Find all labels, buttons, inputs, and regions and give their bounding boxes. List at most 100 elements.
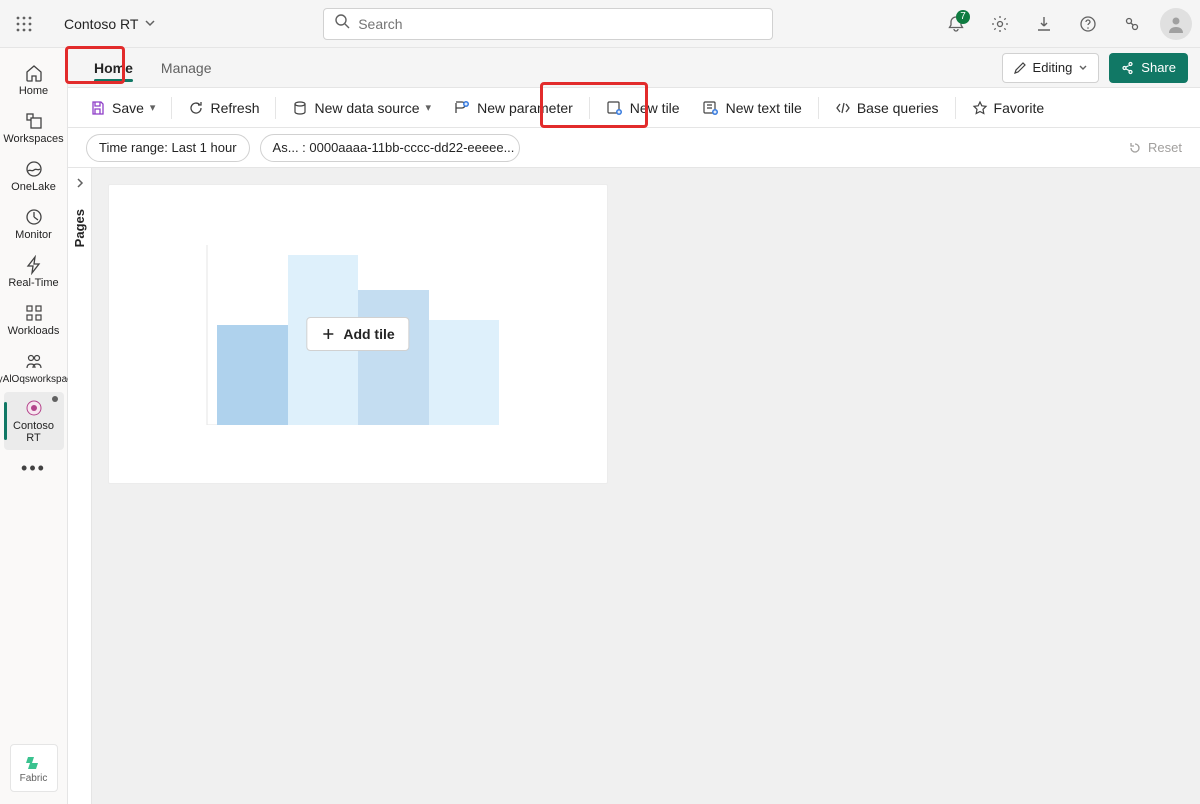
editing-mode-button[interactable]: Editing [1002,53,1100,83]
search-icon [334,13,350,34]
rail-label: OneLake [11,181,56,193]
tool-label: New parameter [477,100,573,116]
tool-label: Refresh [210,100,259,116]
main-area: Home Manage Editing Share Save ▾ Refresh [68,48,1200,804]
bar [429,320,500,425]
rail-label: Workloads [8,325,60,337]
tile-icon [606,100,624,116]
dashboard-canvas[interactable]: Add tile [92,168,1200,804]
pencil-icon [1013,61,1027,75]
empty-tile[interactable]: Add tile [108,184,608,484]
rail-workspaces[interactable]: Workspaces [4,104,64,152]
rail-label: Monitor [15,229,52,241]
tool-label: Favorite [994,100,1045,116]
tab-home[interactable]: Home [80,48,147,88]
more-icon: ••• [21,458,46,479]
workspace-breadcrumb[interactable]: Contoso RT [64,16,156,32]
separator [818,97,819,119]
chevron-down-icon: ▾ [426,101,432,114]
feedback-icon[interactable] [1116,8,1148,40]
refresh-icon [188,100,204,116]
favorite-button[interactable]: Favorite [962,92,1055,124]
tab-label: Home [94,60,133,76]
new-parameter-button[interactable]: New parameter [443,92,583,124]
bar [358,290,429,425]
separator [955,97,956,119]
rail-realtime[interactable]: Real-Time [4,248,64,296]
code-icon [835,100,851,116]
editing-label: Editing [1033,60,1073,75]
rail-workloads[interactable]: Workloads [4,296,64,344]
new-tile-button[interactable]: New tile [596,92,690,124]
rail-label: Workspaces [3,133,63,145]
share-icon [1121,61,1135,75]
asset-chip[interactable]: As... : 0000aaaa-11bb-cccc-dd22-eeeee... [260,134,520,162]
left-nav-rail: Home Workspaces OneLake Monitor Real-Tim… [0,48,68,804]
tool-label: New tile [630,100,680,116]
star-icon [972,100,988,116]
new-data-source-button[interactable]: New data source ▾ [282,92,441,124]
notifications-button[interactable]: 7 [940,8,972,40]
rail-home[interactable]: Home [4,56,64,104]
fabric-switcher[interactable]: Fabric [10,744,58,792]
chevron-down-icon: ▾ [150,101,156,114]
reset-icon [1128,141,1142,155]
rail-myworkspace[interactable]: myAlOqsworkspace [4,344,64,392]
reset-button[interactable]: Reset [1128,140,1182,155]
time-range-chip[interactable]: Time range: Last 1 hour [86,134,250,162]
download-icon[interactable] [1028,8,1060,40]
chevron-down-icon [144,16,156,32]
notification-badge: 7 [956,10,970,24]
search-box[interactable] [323,8,773,40]
top-actions: 7 [940,8,1192,40]
chevron-right-icon [73,176,87,190]
topbar: Contoso RT 7 [0,0,1200,48]
share-button[interactable]: Share [1109,53,1188,83]
separator [171,97,172,119]
rail-label: Contoso RT [6,420,62,444]
help-icon[interactable] [1072,8,1104,40]
base-queries-button[interactable]: Base queries [825,92,949,124]
bar [217,325,288,425]
reset-label: Reset [1148,140,1182,155]
add-tile-label: Add tile [343,326,394,342]
search-input[interactable] [358,16,762,32]
tool-label: Save [112,100,144,116]
expand-pages-button[interactable] [73,176,87,195]
save-button[interactable]: Save ▾ [80,92,165,124]
app-launcher-icon[interactable] [8,8,40,40]
parameter-icon [453,100,471,116]
rail-more[interactable]: ••• [4,450,64,486]
rail-onelake[interactable]: OneLake [4,152,64,200]
refresh-button[interactable]: Refresh [178,92,269,124]
share-label: Share [1141,60,1176,75]
filter-chipbar: Time range: Last 1 hour As... : 0000aaaa… [68,128,1200,168]
tab-manage[interactable]: Manage [147,48,226,88]
search-wrap [156,8,940,40]
chip-label: Time range: Last 1 hour [99,140,237,155]
tab-label: Manage [161,60,212,76]
user-avatar[interactable] [1160,8,1192,40]
database-icon [292,100,308,116]
command-toolbar: Save ▾ Refresh New data source ▾ New par… [68,88,1200,128]
chip-label: As... : 0000aaaa-11bb-cccc-dd22-eeeee... [273,140,515,155]
chevron-down-icon [1078,63,1088,73]
rail-monitor[interactable]: Monitor [4,200,64,248]
settings-icon[interactable] [984,8,1016,40]
tool-label: Base queries [857,100,939,116]
unsaved-dot-icon [52,396,58,402]
separator [275,97,276,119]
tool-label: New text tile [726,100,802,116]
rail-contoso-rt[interactable]: Contoso RT [4,392,64,450]
rail-label: Real-Time [8,277,58,289]
rail-label: myAlOqsworkspace [0,374,78,385]
pages-panel-collapsed: Pages [68,168,92,804]
add-tile-button[interactable]: Add tile [306,317,409,351]
new-text-tile-button[interactable]: New text tile [692,92,812,124]
page-tabs: Home Manage Editing Share [68,48,1200,88]
rail-label: Home [19,85,48,97]
workspace-name: Contoso RT [64,16,138,32]
save-icon [90,100,106,116]
pages-label: Pages [72,209,87,247]
tool-label: New data source [314,100,419,116]
